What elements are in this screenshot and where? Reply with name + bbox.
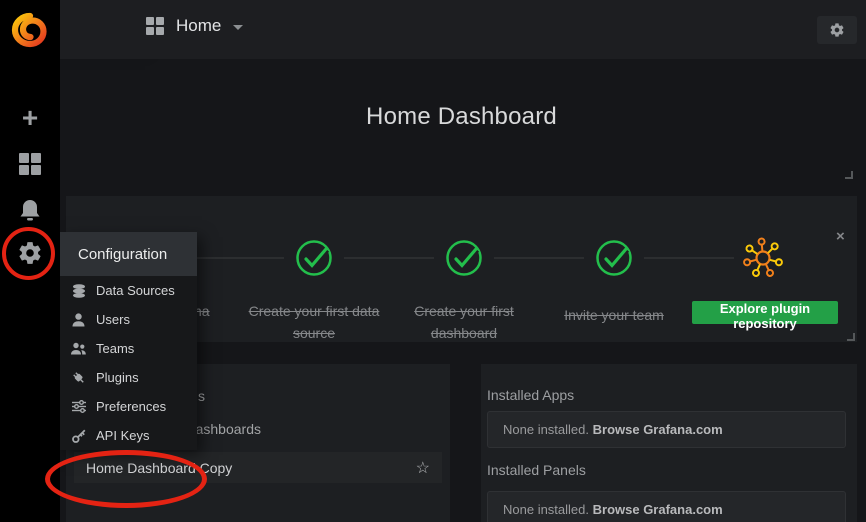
panel-resize-handle[interactable] — [845, 171, 853, 179]
plug-icon — [71, 371, 86, 385]
installed-panels-empty-row: None installed. Browse Grafana.com — [487, 491, 846, 522]
menu-item-label: Preferences — [96, 399, 166, 414]
check-circle-icon — [291, 235, 337, 281]
chevron-down-icon — [233, 25, 243, 30]
menu-item-label: Users — [96, 312, 130, 327]
configuration-gear-item[interactable] — [0, 240, 60, 266]
page-title: Home Dashboard — [66, 103, 857, 131]
step-label-create-dashboard[interactable]: Create your first dashboard — [389, 300, 539, 344]
menu-item-label: API Keys — [96, 428, 149, 443]
menu-item-data-sources[interactable]: Data Sources — [60, 276, 197, 305]
sidebar: + — [0, 0, 60, 522]
dashboard-grid-icon — [146, 17, 164, 35]
plus-glyph: + — [22, 104, 38, 132]
installed-apps-empty-row: None installed. Browse Grafana.com — [487, 411, 846, 448]
step-connector — [194, 257, 284, 259]
browse-grafana-link[interactable]: Browse Grafana.com — [593, 502, 723, 517]
plugin-repository-icon — [740, 235, 786, 281]
gear-icon — [17, 240, 43, 266]
configuration-popup-header: Configuration — [60, 232, 197, 276]
menu-item-users[interactable]: Users — [60, 305, 197, 334]
dashboards-icon[interactable] — [0, 153, 60, 175]
installed-apps-heading: Installed Apps — [487, 387, 574, 403]
step-label-create-data-source[interactable]: Create your first data source — [239, 300, 389, 344]
browse-grafana-link[interactable]: Browse Grafana.com — [593, 422, 723, 437]
dashboard-link[interactable]: Home Dashboard Copy — [86, 460, 232, 476]
panel-resize-handle[interactable] — [847, 333, 855, 341]
installed-panels-heading: Installed Panels — [487, 462, 586, 478]
breadcrumb: Home — [176, 16, 221, 36]
explore-plugin-repository-button[interactable]: Explore plugin repository — [692, 301, 838, 324]
menu-item-plugins[interactable]: Plugins — [60, 363, 197, 392]
check-circle-icon — [591, 235, 637, 281]
step-connector — [644, 257, 734, 259]
star-icon[interactable]: ☆ — [416, 458, 430, 478]
menu-item-api-keys[interactable]: API Keys — [60, 421, 197, 450]
step-connector — [494, 257, 584, 259]
dashboard-settings-button[interactable] — [817, 16, 857, 44]
create-plus-icon[interactable]: + — [0, 104, 60, 132]
menu-item-label: Teams — [96, 341, 134, 356]
check-circle-icon — [441, 235, 487, 281]
close-icon[interactable]: × — [836, 229, 845, 244]
alerting-bell-icon[interactable] — [0, 198, 60, 223]
none-installed-text: None installed. — [503, 502, 593, 517]
sliders-icon — [71, 400, 86, 413]
step-connector — [344, 257, 434, 259]
configuration-menu: Data Sources Users Teams Plugins Prefere… — [60, 276, 197, 450]
navbar: Home — [60, 0, 866, 59]
dashboard-picker[interactable]: Home — [146, 16, 243, 36]
dashboard-list-item[interactable]: Home Dashboard Copy ☆ — [74, 452, 442, 483]
user-icon — [71, 313, 86, 327]
users-icon — [71, 342, 86, 355]
configuration-popup: Configuration Data Sources Users Teams P… — [60, 232, 197, 450]
database-icon — [71, 284, 86, 298]
menu-item-label: Plugins — [96, 370, 139, 385]
grafana-logo[interactable] — [9, 9, 51, 51]
grid-icon — [19, 153, 41, 175]
bell-icon — [19, 198, 41, 223]
menu-item-label: Data Sources — [96, 283, 175, 298]
key-icon — [71, 429, 86, 443]
gear-icon — [829, 22, 845, 38]
menu-item-preferences[interactable]: Preferences — [60, 392, 197, 421]
step-label-invite-team[interactable]: Invite your team — [539, 304, 689, 326]
grafana-app: Home Home Dashboard × In — [0, 0, 866, 522]
menu-item-teams[interactable]: Teams — [60, 334, 197, 363]
none-installed-text: None installed. — [503, 422, 593, 437]
